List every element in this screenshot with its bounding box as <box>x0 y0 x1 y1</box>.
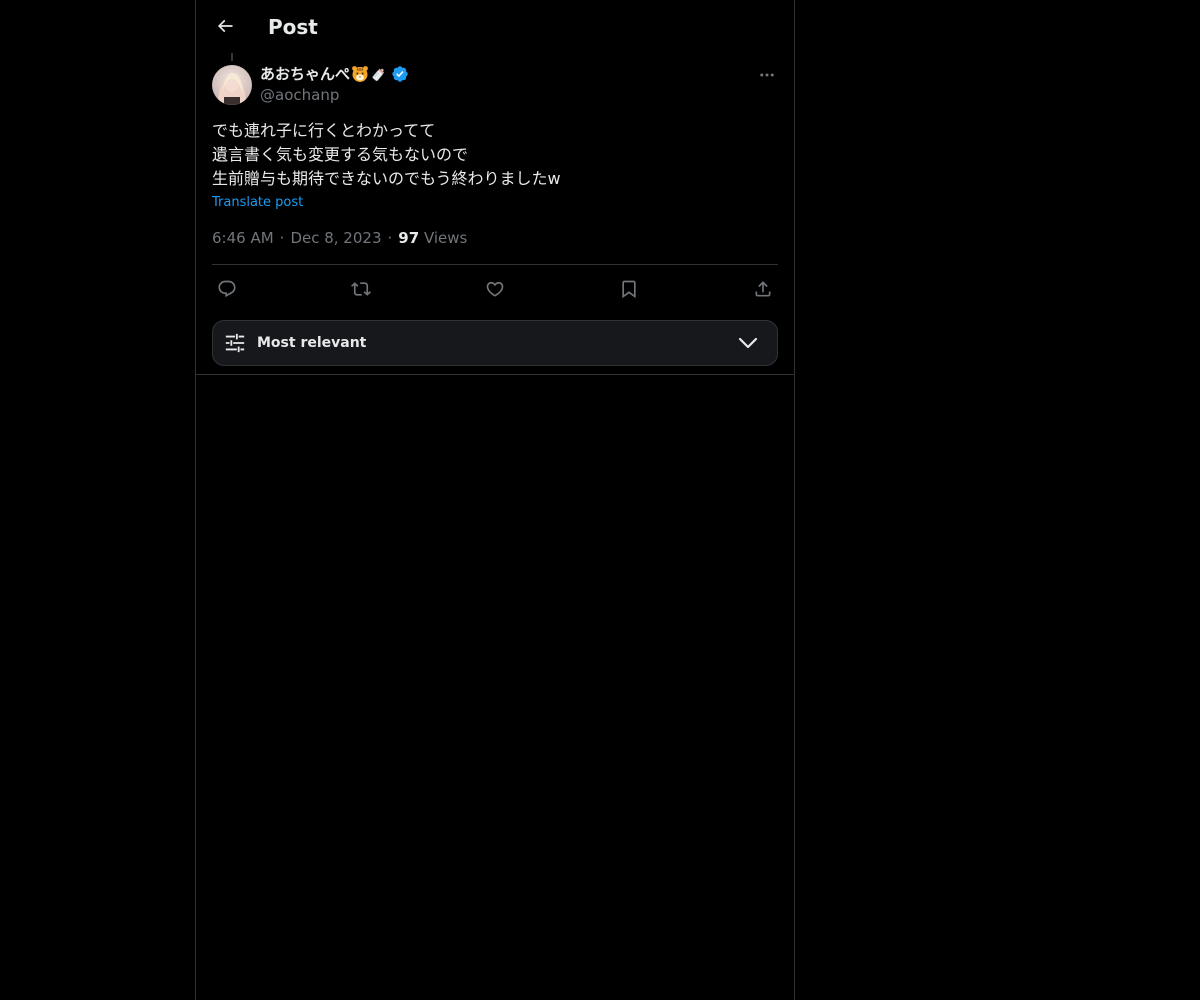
separator-dot: · <box>387 229 393 247</box>
top-header: Post <box>196 0 794 53</box>
author-handle[interactable]: @aochanp <box>260 85 720 105</box>
reply-icon <box>218 280 236 298</box>
more-options-button[interactable] <box>752 64 782 86</box>
like-button[interactable] <box>480 274 510 304</box>
post-text-line: 遺言書く気も変更する気もないので <box>212 145 469 164</box>
tiger-face-emoji <box>351 65 369 83</box>
more-dots-icon <box>760 73 774 77</box>
reply-button[interactable] <box>212 274 242 304</box>
separator-dot: · <box>279 229 285 247</box>
page-title: Post <box>268 15 318 39</box>
post-text-line: 生前贈与も期待できないのでもう終わりましたw <box>212 169 561 188</box>
divider <box>212 264 778 265</box>
main-column: Post あおちゃんぺ @aochanp でも連れ子に行くとわかってて 遺言書く… <box>195 0 795 1000</box>
display-name-row: あおちゃんぺ <box>260 63 720 85</box>
post-actions-bar <box>212 274 778 304</box>
reply-sort-dropdown[interactable]: Most relevant <box>212 320 778 366</box>
arrow-left-icon <box>217 19 233 33</box>
repost-button[interactable] <box>346 274 376 304</box>
views-count: 97 <box>398 229 420 247</box>
back-button[interactable] <box>208 9 242 43</box>
post-time[interactable]: 6:46 AM <box>212 229 274 247</box>
translate-post-link[interactable]: Translate post <box>212 194 303 212</box>
author-info: あおちゃんぺ @aochanp <box>260 63 720 105</box>
author-avatar[interactable] <box>212 65 252 105</box>
bookmark-button[interactable] <box>614 274 644 304</box>
share-icon <box>755 281 771 297</box>
post-metadata: 6:46 AM · Dec 8, 2023 · 97 Views <box>212 228 467 248</box>
chevron-down-icon <box>737 333 759 353</box>
baby-bottle-emoji <box>370 65 388 83</box>
post-text: でも連れ子に行くとわかってて 遺言書く気も変更する気もないので 生前贈与も期待で… <box>212 119 778 191</box>
sliders-icon <box>223 331 247 355</box>
heart-icon <box>486 281 504 297</box>
verified-badge-icon[interactable] <box>391 65 409 83</box>
share-button[interactable] <box>748 274 778 304</box>
post-text-line: でも連れ子に行くとわかってて <box>212 121 436 140</box>
avatar-image <box>212 65 252 105</box>
repost-icon <box>351 282 371 296</box>
views-label: Views <box>423 229 468 247</box>
thread-connector-line <box>231 53 233 61</box>
post-date[interactable]: Dec 8, 2023 <box>290 229 381 247</box>
author-display-name[interactable]: あおちゃんぺ <box>260 63 350 85</box>
sort-selected-value: Most relevant <box>257 335 367 351</box>
bookmark-icon <box>622 280 636 299</box>
divider <box>196 374 794 375</box>
